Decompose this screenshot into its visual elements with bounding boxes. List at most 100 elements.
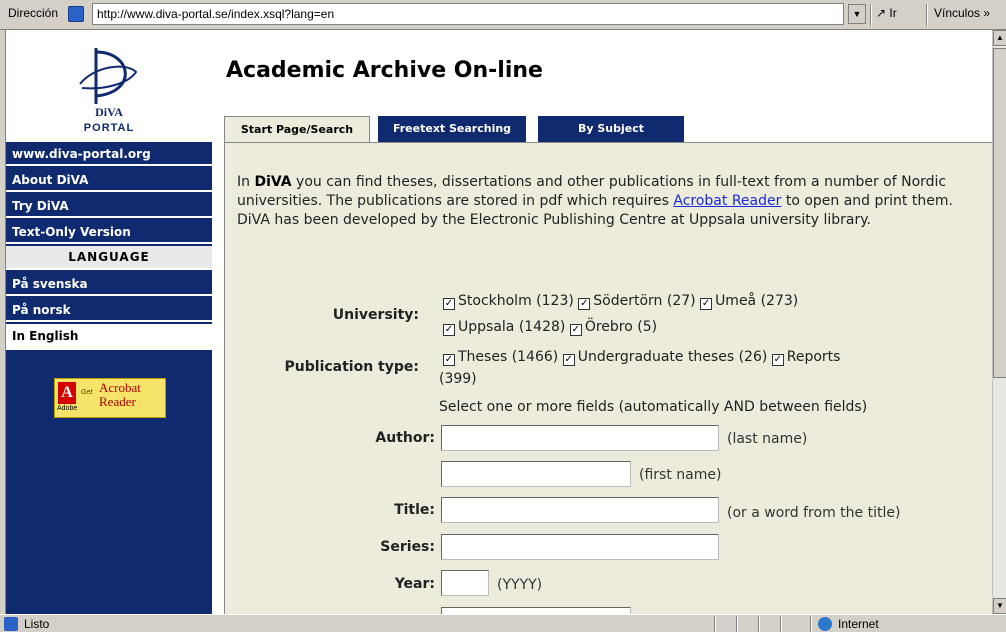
page-title: Academic Archive On-line	[226, 58, 543, 83]
status-divider	[714, 616, 716, 632]
logo-portal-text: PORTAL	[83, 122, 135, 134]
toolbar-separator	[926, 4, 928, 26]
status-bar: Listo Internet	[0, 614, 1006, 632]
sidebar-item-try-diva[interactable]: Try DiVA	[6, 194, 212, 218]
pubtype-overflow-count: (399)	[439, 371, 477, 387]
adobe-label: Adobe	[57, 405, 78, 412]
address-bar: Dirección http://www.diva-portal.se/inde…	[0, 0, 1006, 30]
title-hint: (or a word from the title)	[727, 505, 901, 521]
acrobat-reader-label: Acrobat Reader	[99, 381, 141, 409]
status-divider	[780, 616, 782, 632]
sidebar-item-text-only-version[interactable]: Text-Only Version	[6, 220, 212, 244]
intro-prefix: In	[237, 174, 255, 190]
url-dropdown-button[interactable]: ▼	[848, 4, 866, 24]
author-lastname-input[interactable]	[441, 425, 719, 451]
language-header: LANGUAGE	[6, 246, 212, 270]
page-status-icon	[4, 617, 18, 631]
fields-note: Select one or more fields (automatically…	[439, 399, 868, 415]
university-option-orebro[interactable]: ✓ Örebro (5)	[569, 319, 658, 336]
year-hint: (YYYY)	[497, 577, 543, 593]
acrobat-reader-badge[interactable]: A Adobe Get Acrobat Reader	[54, 378, 166, 418]
university-option-stockholm[interactable]: ✓ Stockholm (123)	[443, 293, 574, 310]
pubtype-option-reports[interactable]: ✓ Reports	[771, 349, 841, 366]
checkbox-checked-icon[interactable]: ✓	[771, 354, 784, 366]
status-text: Listo	[24, 617, 50, 631]
intro-brand: DiVA	[254, 174, 292, 190]
author-firstname-input[interactable]	[441, 461, 631, 487]
university-label: University:	[332, 307, 419, 323]
url-input[interactable]: http://www.diva-portal.se/index.xsql?lan…	[92, 3, 844, 25]
adobe-logo-icon: A	[58, 382, 76, 404]
acrobat-reader-link[interactable]: Acrobat Reader	[673, 193, 781, 209]
sidebar-item-norsk[interactable]: På norsk	[6, 298, 212, 322]
checkbox-checked-icon[interactable]: ✓	[700, 298, 713, 310]
go-label: Ir	[889, 6, 897, 20]
author-lastname-hint: (last name)	[727, 431, 808, 447]
author-label: Author:	[375, 430, 435, 446]
university-option-uppsala[interactable]: ✓ Uppsala (1428)	[443, 319, 566, 336]
pubtype-option-theses[interactable]: ✓ Theses (1466)	[443, 349, 559, 366]
checkbox-checked-icon[interactable]: ✓	[443, 324, 455, 336]
checkbox-checked-icon[interactable]: ✓	[578, 298, 591, 310]
checkbox-checked-icon[interactable]: ✓	[569, 324, 582, 336]
publication-type-row: ✓ Theses (1466) ✓ Undergraduate theses (26…	[443, 349, 840, 366]
university-option-label: Södertörn (27)	[593, 293, 696, 309]
tab-start-page-search[interactable]: Start Page/Search	[224, 116, 370, 143]
pubtype-option-label: Theses (1466)	[458, 349, 559, 365]
search-panel: In DiVA you can find theses, dissertatio…	[224, 142, 994, 615]
series-label: Series:	[380, 539, 435, 555]
university-option-label: Uppsala (1428)	[458, 319, 566, 335]
status-divider	[758, 616, 760, 632]
sidebar-item-about-diva[interactable]: About DiVA	[6, 168, 212, 192]
internet-globe-icon	[818, 617, 832, 631]
university-option-label: Stockholm (123)	[458, 293, 574, 309]
status-divider	[736, 616, 738, 632]
go-button[interactable]: ↗ Ir	[876, 6, 897, 20]
acrobat-line2: Reader	[99, 394, 136, 409]
zone-text: Internet	[838, 617, 879, 631]
pubtype-option-label: Undergraduate theses (26)	[577, 349, 768, 365]
author-firstname-hint: (first name)	[639, 467, 722, 483]
publication-type-label: Publication type:	[284, 359, 419, 375]
university-option-umea[interactable]: ✓ Umeå (273)	[700, 293, 799, 310]
scroll-down-icon[interactable]: ▼	[993, 598, 1006, 614]
pubtype-option-label: Reports	[786, 349, 841, 365]
checkbox-checked-icon[interactable]: ✓	[443, 354, 455, 366]
sidebar-item-english[interactable]: In English	[6, 324, 212, 350]
university-row-2: ✓ Uppsala (1428) ✓ Örebro (5)	[443, 319, 657, 336]
tab-freetext-searching[interactable]: Freetext Searching	[378, 116, 526, 142]
sidebar-item-svenska[interactable]: På svenska	[6, 272, 212, 296]
university-option-label: Umeå (273)	[715, 293, 799, 309]
year-label: Year:	[394, 576, 435, 592]
scroll-up-icon[interactable]: ▲	[993, 30, 1006, 46]
tab-by-subject[interactable]: By Subject	[538, 116, 684, 142]
logo-wordmark: DiVA	[95, 105, 123, 119]
year-input[interactable]	[441, 570, 489, 596]
university-option-sodertorn[interactable]: ✓ Södertörn (27)	[578, 293, 696, 310]
diva-logo-icon: DiVA	[79, 48, 138, 119]
page-favicon-icon	[68, 6, 84, 22]
vertical-scrollbar[interactable]: ▲ ▼	[992, 30, 1006, 614]
links-label: Vínculos	[934, 6, 981, 20]
logo-area[interactable]: DiVA PORTAL	[6, 30, 212, 142]
university-row-1: ✓ Stockholm (123) ✓ Södertörn (27) ✓ Umeå (…	[443, 293, 798, 310]
chevron-right-icon: »	[983, 6, 991, 20]
status-divider	[810, 616, 812, 632]
sidebar: DiVA PORTAL www.diva-portal.org About Di…	[6, 30, 212, 614]
title-label: Title:	[394, 502, 435, 518]
checkbox-checked-icon[interactable]: ✓	[562, 354, 575, 366]
address-label: Dirección	[8, 6, 59, 20]
links-button[interactable]: Vínculos »	[934, 6, 990, 20]
toolbar-separator	[870, 4, 872, 26]
acrobat-line1: Acrobat	[99, 380, 141, 395]
get-label: Get	[81, 389, 93, 396]
checkbox-checked-icon[interactable]: ✓	[443, 298, 455, 310]
go-arrow-icon: ↗	[876, 6, 887, 20]
title-input[interactable]	[441, 497, 719, 523]
university-option-label: Örebro (5)	[584, 319, 658, 335]
sidebar-item-diva-portal-org[interactable]: www.diva-portal.org	[6, 142, 212, 166]
series-input[interactable]	[441, 534, 719, 560]
scrollbar-thumb[interactable]	[993, 48, 1006, 378]
pubtype-option-undergraduate[interactable]: ✓ Undergraduate theses (26)	[562, 349, 768, 366]
intro-text: In DiVA you can find theses, dissertatio…	[237, 173, 957, 230]
